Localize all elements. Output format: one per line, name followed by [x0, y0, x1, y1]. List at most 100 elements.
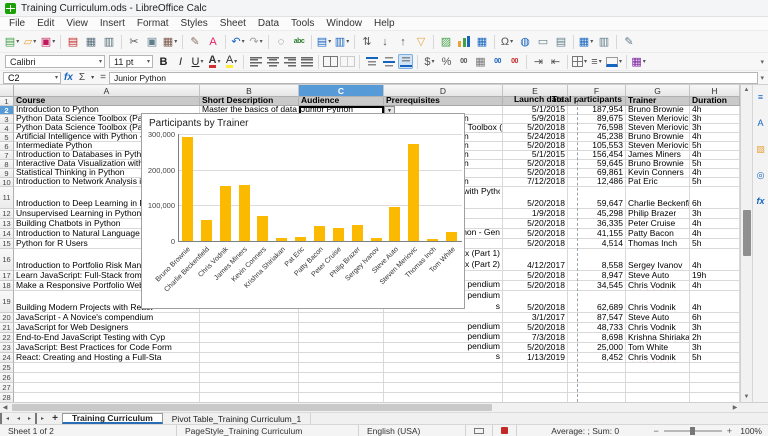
cell-H27[interactable] — [690, 383, 740, 393]
row-header-25[interactable]: 25 — [0, 363, 14, 373]
bold-button[interactable]: B — [156, 54, 171, 69]
cell-H6[interactable]: 5h — [690, 142, 740, 151]
cell-H10[interactable]: 5h — [690, 178, 740, 187]
page-style-status[interactable]: PageStyle_Training Curriculum — [177, 425, 359, 436]
chevron-down-icon[interactable]: ▾ — [91, 74, 94, 81]
cell-A27[interactable] — [14, 383, 200, 393]
menu-help[interactable]: Help — [368, 18, 401, 29]
cell-B24[interactable] — [200, 353, 299, 363]
cell-B22[interactable] — [200, 333, 299, 343]
cell-H26[interactable] — [690, 373, 740, 383]
row-header-23[interactable]: 23 — [0, 343, 14, 353]
scroll-right-icon[interactable]: ▶ — [730, 403, 740, 412]
gallery-icon[interactable]: ▨ — [754, 142, 768, 156]
embedded-chart[interactable]: Participants by Trainer 300,000200,00010… — [141, 113, 465, 309]
zoom-slider[interactable] — [664, 430, 722, 432]
cell-E16[interactable]: 4/12/2017 — [503, 249, 568, 271]
row-header-13[interactable]: 13 — [0, 219, 14, 229]
cell-B21[interactable] — [200, 323, 299, 333]
horizontal-scrollbar-thumb[interactable] — [12, 404, 492, 411]
horizontal-scrollbar[interactable]: ◀ ▶ — [0, 402, 768, 412]
cell-H1[interactable]: Duration — [690, 97, 740, 106]
cell-E26[interactable] — [503, 373, 568, 383]
redo-icon[interactable]: ↷▾ — [248, 34, 264, 50]
cell-D26[interactable] — [384, 373, 503, 383]
cell-E24[interactable]: 1/13/2019 — [503, 353, 568, 363]
functions-icon[interactable]: fx — [754, 194, 768, 208]
function-wizard-icon[interactable]: fx — [64, 72, 73, 83]
formula-icon[interactable]: = — [100, 72, 106, 83]
merge-center-cells-icon[interactable] — [323, 54, 338, 69]
cell-E21[interactable]: 5/20/2018 — [503, 323, 568, 333]
find-replace-icon[interactable]: ◌ — [273, 34, 289, 50]
cell-E13[interactable]: 5/20/2018 — [503, 219, 568, 229]
center-vertically-icon[interactable] — [381, 54, 396, 69]
cell-D23[interactable]: pendium — [384, 343, 503, 353]
cell-B28[interactable] — [200, 393, 299, 402]
menu-view[interactable]: View — [60, 18, 94, 29]
formula-input[interactable]: Junior Python — [109, 72, 759, 84]
cell-C25[interactable] — [299, 363, 384, 373]
insert-image-icon[interactable]: ▨ — [438, 34, 454, 50]
align-justified-icon[interactable] — [299, 54, 314, 69]
decrease-indent-icon[interactable]: ⇤ — [548, 54, 563, 69]
row-header-20[interactable]: 20 — [0, 313, 14, 323]
cell-E27[interactable] — [503, 383, 568, 393]
cell-G12[interactable]: Philip Brazer — [626, 209, 690, 219]
clone-formatting-icon[interactable]: ✎ — [187, 34, 203, 50]
align-bottom-icon[interactable] — [398, 54, 413, 69]
font-size-combo[interactable]: 11 pt ▾ — [109, 55, 153, 68]
hyperlink-icon[interactable]: ◍ — [517, 34, 533, 50]
cell-B20[interactable] — [200, 313, 299, 323]
insert-row-icon[interactable]: ▤▾ — [316, 34, 332, 50]
sort-ascending-icon[interactable]: ↓ — [377, 34, 393, 50]
undo-icon[interactable]: ↶▾ — [230, 34, 246, 50]
cell-A22[interactable]: End-to-End JavaScript Testing with Cyp — [14, 333, 200, 343]
new-document-icon[interactable]: ▤▾ — [4, 34, 20, 50]
vertical-scrollbar-thumb[interactable] — [743, 210, 751, 256]
row-header-11[interactable]: 11 — [0, 187, 14, 209]
conditional-formatting-icon[interactable]: ▦▾ — [631, 54, 646, 69]
cell-E8[interactable]: 5/20/2018 — [503, 160, 568, 169]
pivot-table-icon[interactable]: ▦ — [474, 34, 490, 50]
cell-H23[interactable]: 3h — [690, 343, 740, 353]
cell-C28[interactable] — [299, 393, 384, 402]
menu-file[interactable]: File — [3, 18, 31, 29]
comment-icon[interactable]: ▭ — [535, 34, 551, 50]
insert-column-icon[interactable]: ▥▾ — [334, 34, 350, 50]
cell-H9[interactable]: 4h — [690, 169, 740, 178]
cell-E9[interactable]: 5/20/2018 — [503, 169, 568, 178]
highlight-color-button[interactable]: A▾ — [224, 54, 239, 69]
cell-H25[interactable] — [690, 363, 740, 373]
row-header-21[interactable]: 21 — [0, 323, 14, 333]
cell-G28[interactable] — [626, 393, 690, 402]
cell-D24[interactable]: s — [384, 353, 503, 363]
sheet-tab-active[interactable]: Training Curriculum — [62, 413, 163, 424]
cell-A24[interactable]: React: Creating and Hosting a Full-Sta — [14, 353, 200, 363]
row-header-16[interactable]: 16 — [0, 249, 14, 271]
zoom-slider-thumb[interactable] — [690, 427, 695, 435]
split-window-icon[interactable]: ▥ — [596, 34, 612, 50]
last-sheet-button[interactable]: ▸ — [35, 413, 48, 424]
cell-H12[interactable]: 3h — [690, 209, 740, 219]
row-header-19[interactable]: 19 — [0, 291, 14, 313]
date-format-icon[interactable]: ▦ — [473, 54, 488, 69]
menu-window[interactable]: Window — [320, 18, 368, 29]
align-right-icon[interactable] — [282, 54, 297, 69]
menu-styles[interactable]: Styles — [175, 18, 214, 29]
align-top-icon[interactable] — [364, 54, 379, 69]
print-preview-icon[interactable]: ▥ — [101, 34, 117, 50]
cell-D28[interactable] — [384, 393, 503, 402]
cell-E2[interactable]: 5/1/2015 — [503, 106, 568, 115]
add-decimal-icon[interactable]: 00 — [490, 54, 505, 69]
print-icon[interactable]: ▦ — [83, 34, 99, 50]
row-header-12[interactable]: 12 — [0, 209, 14, 219]
italic-button[interactable]: I — [173, 54, 188, 69]
align-left-icon[interactable] — [248, 54, 263, 69]
cell-B27[interactable] — [200, 383, 299, 393]
cell-G16[interactable]: Sergey Ivanov — [626, 249, 690, 271]
previous-sheet-button[interactable]: ◂ — [13, 413, 24, 424]
cell-G9[interactable]: Kevin Conners — [626, 169, 690, 178]
cell-G5[interactable]: Bruno Brownie — [626, 133, 690, 142]
cell-H17[interactable]: 19h — [690, 271, 740, 281]
